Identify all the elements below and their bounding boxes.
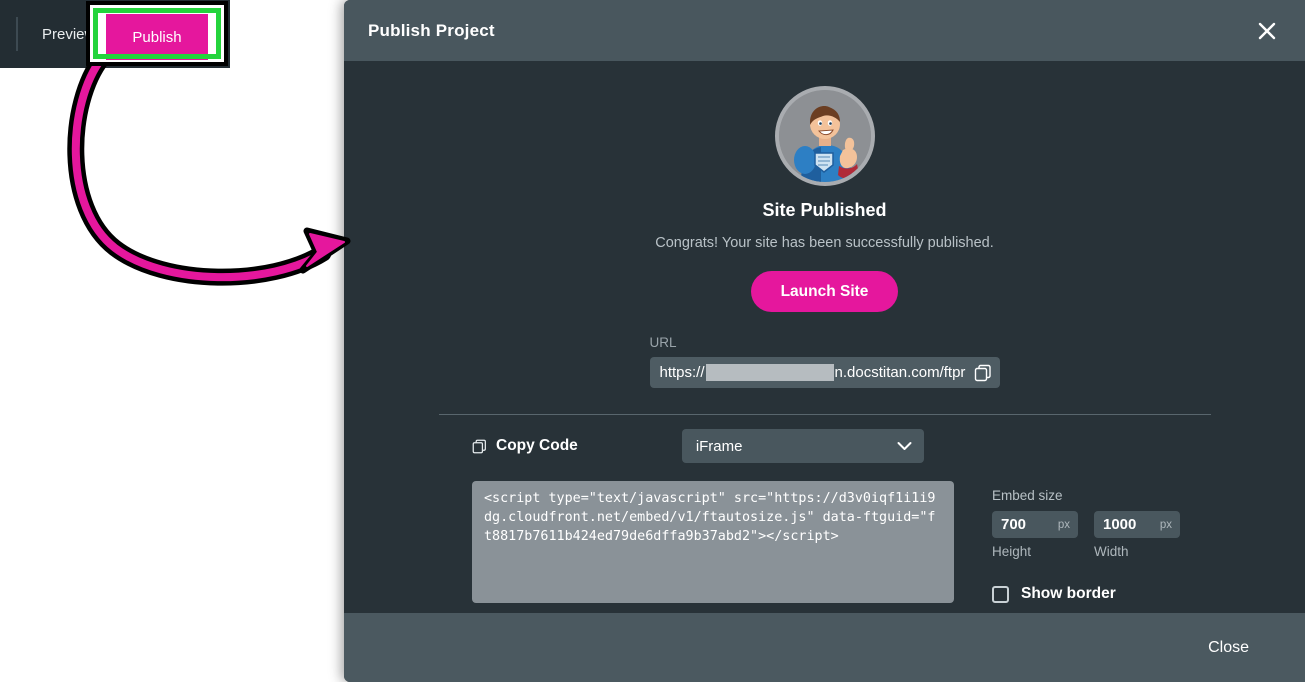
publish-project-dialog: Publish Project Site Published Congrats!… — [344, 0, 1305, 682]
embed-code-snippet[interactable]: <script type="text/javascript" src="http… — [472, 481, 954, 603]
launch-site-container: Launch Site — [344, 271, 1305, 312]
embed-type-value: iFrame — [695, 437, 743, 455]
section-divider — [438, 414, 1211, 415]
copy-icon[interactable] — [974, 364, 992, 382]
url-value: https:// n.docstitan.com/ftpr — [659, 364, 966, 381]
dialog-header: Publish Project — [344, 0, 1305, 61]
url-input[interactable]: https:// n.docstitan.com/ftpr — [649, 357, 1000, 388]
embed-height-unit: px — [1057, 518, 1070, 531]
embed-width-unit: px — [1159, 518, 1172, 531]
url-prefix: https:// — [659, 364, 705, 381]
publish-button[interactable]: Publish — [106, 14, 208, 60]
launch-site-button[interactable]: Launch Site — [750, 271, 899, 312]
copy-code-label: Copy Code — [496, 437, 578, 454]
mascot-container — [344, 86, 1305, 186]
close-icon[interactable] — [1247, 11, 1287, 51]
embed-width-group: 1000 px Width — [1094, 511, 1180, 559]
screen-root: Preview Publish Publish Project Site Pub… — [0, 0, 1305, 682]
copy-code-row: Copy Code iFrame — [472, 429, 1305, 463]
superhero-illustration — [778, 90, 871, 182]
show-border-checkbox[interactable] — [992, 585, 1009, 603]
dialog-body: Site Published Congrats! Your site has b… — [344, 86, 1305, 638]
embed-type-select[interactable]: iFrame — [681, 429, 924, 463]
close-x-glyph — [1258, 22, 1276, 39]
superhero-thumbs-up-avatar — [774, 86, 875, 186]
url-redacted-block — [705, 364, 834, 381]
show-border-row[interactable]: Show border — [992, 585, 1180, 603]
embed-height-group: 700 px Height — [992, 511, 1078, 559]
url-label: URL — [649, 335, 677, 350]
embed-size-fields: 700 px Height 1000 px Width — [992, 511, 1180, 559]
toolbar-divider — [16, 17, 18, 51]
url-section: URL https:// n.docstitan.com/ftpr — [649, 335, 1000, 388]
embed-height-caption: Height — [992, 544, 1032, 559]
embed-height-input[interactable]: 700 px — [992, 511, 1078, 538]
embed-width-caption: Width — [1094, 544, 1129, 559]
url-suffix: n.docstitan.com/ftpr — [834, 364, 966, 381]
annotation-arrow-icon — [67, 49, 351, 286]
dialog-footer: Close — [344, 613, 1305, 682]
chevron-down-icon — [897, 442, 912, 450]
show-border-label: Show border — [1021, 585, 1116, 602]
publish-highlight-annotation: Publish — [86, 1, 228, 66]
embed-size-label: Embed size — [992, 488, 1063, 503]
embed-width-value: 1000 — [1103, 516, 1137, 533]
embed-height-value: 700 — [1001, 516, 1027, 533]
close-button[interactable]: Close — [1194, 629, 1263, 667]
dialog-title: Publish Project — [368, 20, 495, 40]
embed-width-input[interactable]: 1000 px — [1094, 511, 1180, 538]
embed-size-section: Embed size 700 px Height 1000 px Width S… — [992, 481, 1180, 603]
copy-code-button[interactable]: Copy Code — [472, 437, 578, 455]
publish-status-message: Congrats! Your site has been successfull… — [655, 235, 994, 251]
embed-config-row: <script type="text/javascript" src="http… — [472, 481, 1305, 603]
copy-icon — [472, 439, 486, 453]
publish-status-title: Site Published — [762, 200, 887, 220]
